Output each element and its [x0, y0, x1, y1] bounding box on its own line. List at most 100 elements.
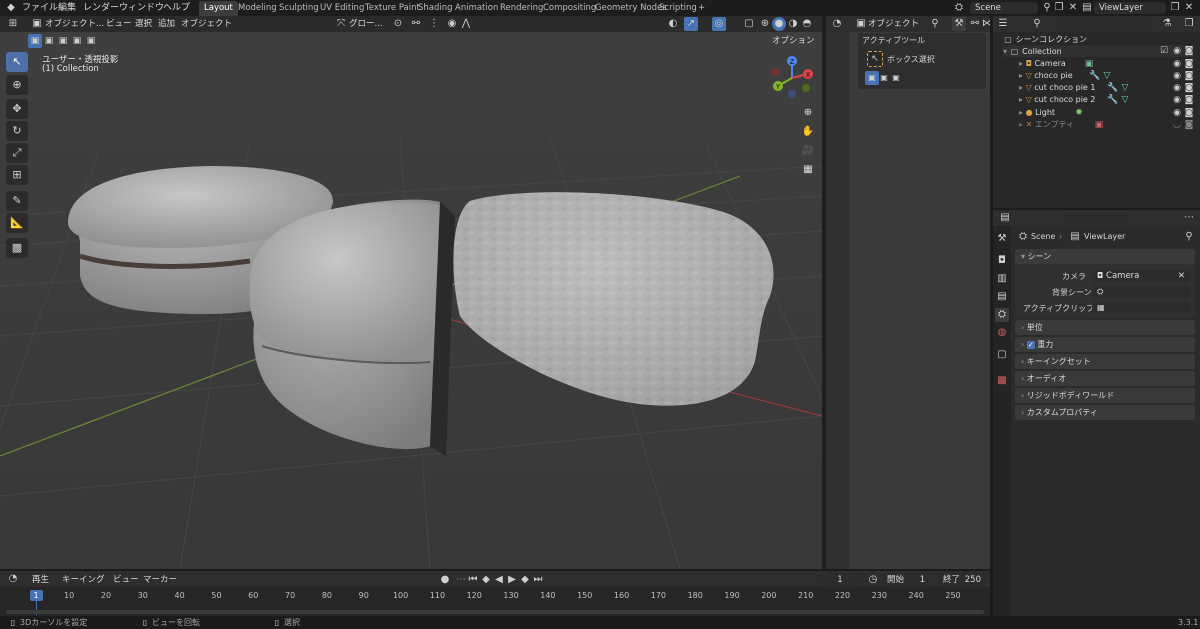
empty-data-icon[interactable]: ▣ — [1092, 118, 1106, 132]
navigation-gizmo[interactable]: Z X Y — [768, 54, 816, 102]
new-scene-icon[interactable]: ❐ — [1052, 1, 1066, 15]
menu-edit[interactable]: 編集 — [58, 0, 76, 16]
world-tab-icon[interactable]: ◍ — [995, 326, 1009, 340]
timeline-menu-marker[interactable]: マーカー — [143, 573, 177, 587]
render-camera-icon[interactable]: ◙ — [1182, 118, 1196, 132]
scale-tool[interactable]: ⤢ — [6, 143, 28, 163]
timeline-editor-type-icon[interactable]: ◔ — [6, 572, 20, 586]
next-keyframe-icon[interactable]: ◆ — [518, 573, 532, 587]
properties-editor-type-icon[interactable]: ▤ — [998, 211, 1012, 225]
collection-camera-icon[interactable]: ◙ — [1182, 44, 1196, 58]
select-box-tool[interactable]: ↖ — [6, 52, 28, 72]
outliner-display-mode-icon[interactable]: ⚲ — [1030, 17, 1044, 31]
outliner-search-input[interactable] — [1054, 18, 1150, 30]
keying-sets-section-header[interactable]: › キーイングセット — [1015, 354, 1195, 369]
collection-tab-icon[interactable]: ▢ — [995, 348, 1009, 362]
viewport-menu-view[interactable]: ビュー — [106, 17, 132, 31]
current-frame-field[interactable]: 1 — [818, 574, 862, 586]
audio-section-header[interactable]: › オーディオ — [1015, 371, 1195, 386]
3d-viewport[interactable] — [0, 16, 822, 569]
output-tab-icon[interactable]: ▥ — [995, 272, 1009, 286]
select-extend-icon[interactable]: ▣ — [42, 34, 56, 48]
new-collection-icon[interactable]: ❐ — [1182, 17, 1196, 31]
tool-tab-icon[interactable]: ⚒ — [995, 232, 1009, 246]
properties-pin-icon[interactable]: ⚲ — [1182, 230, 1196, 244]
tool-select-subtract-icon[interactable]: ▣ — [889, 71, 903, 85]
transform-tool[interactable]: ⊞ — [6, 165, 28, 185]
midpanel-tool-icon[interactable]: ⚒ — [952, 17, 966, 31]
collection-checkbox[interactable]: ☑ — [1157, 44, 1171, 58]
overlay-toggle-icon[interactable]: ◎ — [712, 17, 726, 31]
rendered-shading-icon[interactable]: ◓ — [800, 17, 814, 31]
timeline-menu-keying[interactable]: キーイング — [62, 573, 105, 587]
menu-render[interactable]: レンダー — [83, 0, 119, 16]
units-section-header[interactable]: › 単位 — [1015, 320, 1195, 335]
clock-icon[interactable]: ◷ — [866, 573, 880, 587]
start-frame-field[interactable]: 開始 1 — [882, 574, 930, 586]
scene-selector[interactable]: Scene — [970, 2, 1038, 14]
rotate-tool[interactable]: ↻ — [6, 121, 28, 141]
view-layer-selector[interactable]: ViewLayer — [1094, 2, 1166, 14]
custom-properties-section-header[interactable]: › カスタムプロパティ — [1015, 405, 1195, 420]
outliner-editor-type-icon[interactable]: ☰ — [996, 17, 1010, 31]
pivot-icon[interactable]: ⊙ — [391, 17, 405, 31]
delete-scene-icon[interactable]: ✕ — [1066, 1, 1080, 15]
snap-icon[interactable]: ⚯ — [409, 17, 423, 31]
visibility-icon[interactable]: ◐ — [666, 17, 680, 31]
properties-options-icon[interactable]: ⋯ — [1182, 211, 1196, 225]
select-invert-icon[interactable]: ▣ — [70, 34, 84, 48]
box-select-icon[interactable]: ↖ — [867, 51, 883, 67]
viewport-menu-select[interactable]: 選択 — [135, 17, 152, 31]
render-camera-icon[interactable]: ◙ — [1182, 93, 1196, 107]
blender-logo-icon[interactable]: ◆ — [4, 1, 18, 15]
midpanel-pin-icon[interactable]: ⚲ — [928, 17, 942, 31]
outliner-item-cut-choco-pie-2[interactable]: ▸ ▽ cut choco pie 2 — [1003, 94, 1193, 106]
play-icon[interactable]: ▶ — [505, 573, 519, 587]
zoom-icon[interactable]: ⊕ — [799, 104, 817, 122]
new-view-layer-icon[interactable]: ❐ — [1168, 1, 1182, 15]
menu-help[interactable]: ヘルプ — [163, 0, 190, 16]
camera-field[interactable]: ◘ Camera ✕ — [1092, 270, 1190, 282]
perspective-toggle-icon[interactable]: ▦ — [799, 161, 817, 179]
background-scene-field[interactable]: ⛭ — [1092, 286, 1190, 298]
move-tool[interactable]: ✥ — [6, 99, 28, 119]
select-subtract-icon[interactable]: ▣ — [56, 34, 70, 48]
texture-tab-icon[interactable]: ▩ — [995, 374, 1009, 388]
render-tab-icon[interactable]: ◘ — [995, 254, 1009, 268]
properties-search-input[interactable] — [1062, 212, 1130, 224]
rigid-body-world-section-header[interactable]: › リジッドボディワールド — [1015, 388, 1195, 403]
midpanel-mode-selector[interactable]: オブジェクト — [868, 17, 919, 31]
viewport-menu-object[interactable]: オブジェクト — [181, 17, 232, 31]
play-reverse-icon[interactable]: ◀ — [492, 573, 506, 587]
midpanel-editor-type-icon[interactable]: ◔ — [830, 17, 844, 31]
xray-icon[interactable]: ▢ — [742, 17, 756, 31]
editor-type-icon[interactable]: ⊞ — [6, 17, 20, 31]
scene-tab-icon[interactable]: ⛭ — [995, 308, 1009, 322]
record-icon[interactable]: ● — [438, 573, 452, 587]
active-clip-field[interactable]: ▦ — [1092, 302, 1190, 314]
timeline-menu-playback[interactable]: 再生 — [32, 573, 49, 587]
outliner-item-cut-choco-pie-1[interactable]: ▸ ▽ cut choco pie 1 — [1003, 82, 1193, 94]
delete-view-layer-icon[interactable]: ✕ — [1182, 1, 1196, 15]
mesh-data-icon[interactable]: ▽ — [1118, 93, 1132, 107]
timeline-scrollbar[interactable] — [6, 610, 984, 614]
solid-shading-icon[interactable]: ● — [772, 17, 786, 31]
jump-end-icon[interactable]: ⏭ — [531, 573, 545, 587]
filter-icon[interactable]: ⚗ — [1160, 17, 1174, 31]
prev-keyframe-icon[interactable]: ◆ — [479, 573, 493, 587]
gizmo-toggle-icon[interactable]: ↗ — [684, 17, 698, 31]
end-frame-field[interactable]: 終了 250 — [938, 574, 986, 586]
menu-window[interactable]: ウィンドウ — [119, 0, 164, 16]
viewport-options-button[interactable]: オプション — [772, 34, 815, 48]
transform-orientation-selector[interactable]: グロー... — [349, 17, 383, 31]
annotate-tool[interactable]: ✎ — [6, 191, 28, 211]
add-workspace-button[interactable]: + — [693, 1, 710, 16]
light-data-icon[interactable]: ✹ — [1072, 106, 1086, 120]
view-layer-tab-icon[interactable]: ▤ — [995, 290, 1009, 304]
cursor-tool[interactable]: ⊕ — [6, 75, 28, 95]
viewport-menu-add[interactable]: 追加 — [158, 17, 175, 31]
material-shading-icon[interactable]: ◑ — [786, 17, 800, 31]
wireframe-shading-icon[interactable]: ⊕ — [758, 17, 772, 31]
select-intersect-icon[interactable]: ▣ — [84, 34, 98, 48]
falloff-icon[interactable]: ⋀ — [459, 17, 473, 31]
